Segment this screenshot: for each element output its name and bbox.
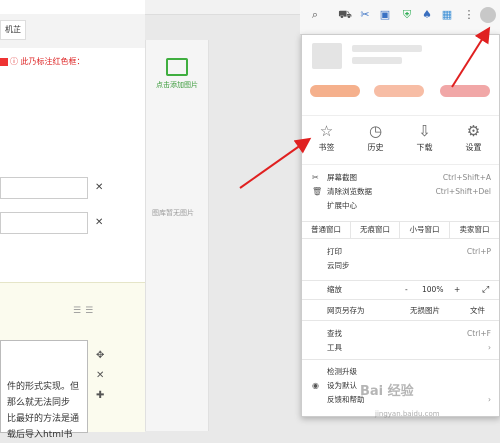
arrow-to-bookmarks [239,137,312,189]
arrow-to-avatar [451,26,491,88]
watermark-sub: jingyan.baidu.com [375,410,440,418]
watermark: Bai 经验 [360,384,414,399]
annotation-arrows [239,26,491,189]
